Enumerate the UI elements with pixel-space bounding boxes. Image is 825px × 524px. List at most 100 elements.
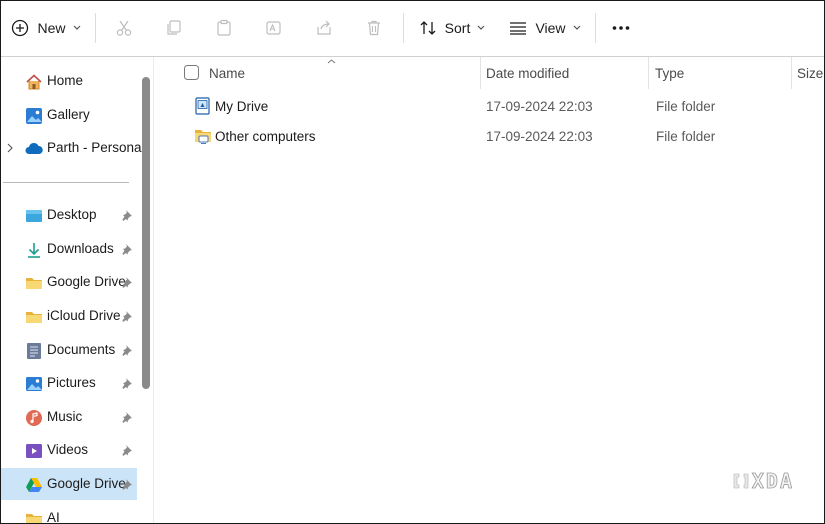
sidebar-item-label: Desktop: [47, 207, 97, 222]
sidebar-item-label: AI: [47, 510, 60, 524]
column-name[interactable]: Name: [209, 66, 245, 81]
file-type: File folder: [656, 99, 716, 114]
chevron-down-icon: [73, 25, 80, 30]
sidebar-scrollbar[interactable]: [142, 77, 150, 389]
sidebar-divider: [3, 182, 129, 183]
view-button[interactable]: View: [505, 9, 585, 47]
view-label: View: [535, 20, 566, 36]
pin-icon[interactable]: [121, 411, 133, 423]
rename-button[interactable]: [259, 9, 289, 47]
gallery-icon: [26, 108, 42, 124]
share-icon: [317, 20, 331, 35]
toolbar-separator: [95, 13, 96, 43]
toolbar-separator: [403, 13, 404, 43]
paste-icon: [217, 19, 231, 36]
file-name: Other computers: [215, 129, 316, 144]
sidebar-item-label: Downloads: [47, 241, 114, 256]
sort-button[interactable]: Sort: [414, 9, 490, 47]
file-date: 17-09-2024 22:03: [486, 99, 593, 114]
sidebar-item-label: Pictures: [47, 375, 96, 390]
xda-watermark: XDA: [733, 469, 794, 493]
pin-icon[interactable]: [121, 276, 133, 288]
view-icon: [510, 22, 527, 35]
share-button[interactable]: [309, 9, 339, 47]
sort-label: Sort: [444, 20, 471, 36]
sidebar-item-downloads[interactable]: Downloads: [1, 233, 137, 265]
file-explorer-window: New Sort View Home Gallery Parth - Perso…: [0, 0, 825, 524]
sidebar-item-pictures[interactable]: Pictures: [1, 367, 137, 399]
computers-folder-icon: [195, 130, 211, 144]
music-icon: [26, 410, 42, 426]
sidebar-item-label: Documents: [47, 342, 116, 357]
new-label: New: [37, 20, 66, 36]
new-button[interactable]: New: [7, 9, 85, 47]
chevron-down-icon: [573, 25, 580, 30]
file-list-pane: Name Date modified Type Size My Drive 17…: [154, 57, 824, 523]
table-row[interactable]: My Drive 17-09-2024 22:03 File folder: [184, 92, 814, 122]
sidebar-item-google-drive-folder[interactable]: Google Drive: [1, 266, 137, 298]
drive-folder-icon: [195, 97, 210, 115]
pin-icon[interactable]: [121, 243, 133, 255]
sidebar-item-label: Google Drive: [47, 476, 126, 491]
cut-button[interactable]: [109, 9, 139, 47]
paste-button[interactable]: [209, 9, 239, 47]
pictures-icon: [26, 377, 42, 391]
pin-icon[interactable]: [121, 478, 133, 490]
column-separator[interactable]: [480, 57, 481, 89]
pin-icon[interactable]: [121, 209, 133, 221]
pin-icon[interactable]: [121, 377, 133, 389]
select-all-checkbox[interactable]: [184, 65, 199, 80]
sidebar-item-label: Home: [47, 73, 84, 88]
more-icon: [612, 26, 630, 30]
pin-icon[interactable]: [121, 444, 133, 456]
pin-icon[interactable]: [121, 310, 133, 322]
plus-circle-icon: [12, 19, 29, 37]
sidebar-item-music[interactable]: Music: [1, 401, 137, 433]
pin-icon[interactable]: [121, 344, 133, 356]
column-type[interactable]: Type: [655, 66, 684, 81]
table-row[interactable]: Other computers 17-09-2024 22:03 File fo…: [184, 122, 814, 152]
sidebar-item-label: Google Drive: [47, 274, 126, 289]
sidebar-item-documents[interactable]: Documents: [1, 334, 137, 366]
sidebar-item-label: iCloud Drive: [47, 308, 121, 323]
more-options-button[interactable]: [605, 9, 637, 47]
command-bar: New Sort View: [1, 1, 824, 57]
column-header: Name Date modified Type Size: [154, 57, 824, 89]
sidebar-item-home[interactable]: Home: [1, 65, 137, 97]
sort-ascending-icon: [327, 59, 336, 64]
delete-button[interactable]: [359, 9, 389, 47]
videos-icon: [26, 444, 42, 458]
rename-icon: [266, 21, 281, 35]
desktop-icon: [26, 210, 42, 222]
column-separator[interactable]: [791, 57, 792, 89]
sidebar-item-icloud-drive[interactable]: iCloud Drive: [1, 300, 137, 332]
folder-icon: [26, 312, 42, 323]
copy-icon: [167, 20, 181, 35]
home-icon: [26, 74, 42, 90]
folder-icon: [26, 278, 42, 289]
sidebar-item-google-drive[interactable]: Google Drive: [1, 468, 137, 500]
onedrive-icon: [25, 142, 43, 154]
sidebar-item-videos[interactable]: Videos: [1, 434, 137, 466]
google-drive-icon: [26, 478, 42, 492]
chevron-down-icon: [477, 25, 485, 30]
column-size[interactable]: Size: [797, 66, 823, 81]
copy-button[interactable]: [159, 9, 189, 47]
sidebar-item-desktop[interactable]: Desktop: [1, 199, 137, 231]
xda-logo-icon: [733, 473, 749, 489]
toolbar-separator: [595, 13, 596, 43]
cut-icon: [116, 20, 132, 36]
sidebar-item-onedrive[interactable]: Parth - Personal: [1, 132, 145, 164]
sidebar-item-ai[interactable]: AI: [1, 502, 137, 524]
sidebar-item-gallery[interactable]: Gallery: [1, 99, 137, 131]
folder-icon: [26, 514, 42, 523]
sort-icon: [420, 21, 436, 35]
trash-icon: [368, 20, 380, 36]
sidebar-item-label: Videos: [47, 442, 89, 457]
documents-icon: [27, 343, 41, 359]
column-date-modified[interactable]: Date modified: [486, 66, 569, 81]
watermark-text: XDA: [751, 469, 794, 494]
downloads-icon: [28, 243, 40, 258]
column-separator[interactable]: [648, 57, 649, 89]
file-type: File folder: [656, 129, 716, 144]
